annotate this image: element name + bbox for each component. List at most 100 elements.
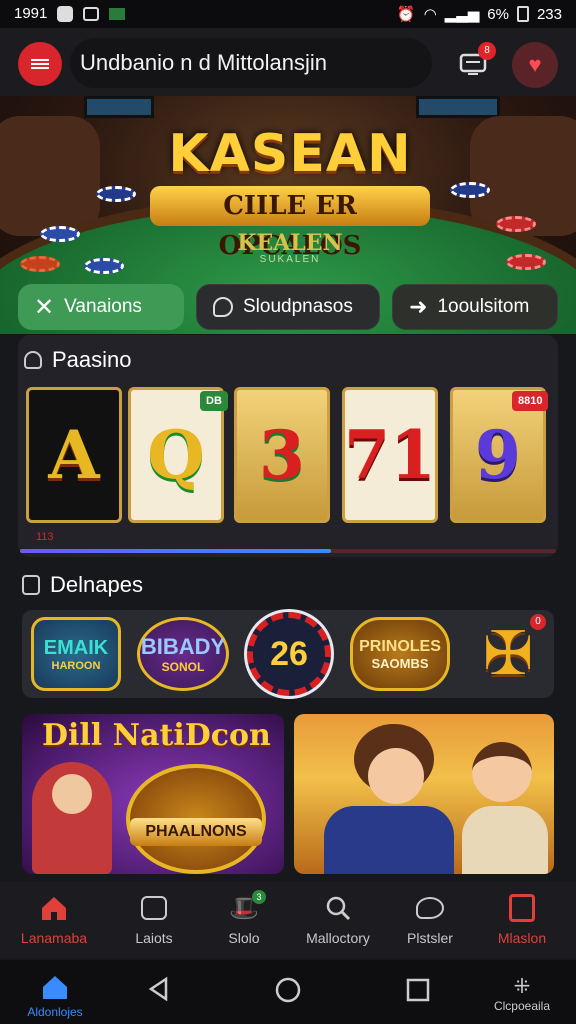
nav-label: Slolo <box>228 930 260 946</box>
game-badge[interactable]: PRINOLES SAOMBS <box>348 614 452 694</box>
game-badge[interactable]: 26 <box>244 609 334 699</box>
progress-fill <box>20 549 331 553</box>
reel-symbol: Q <box>147 416 205 494</box>
reel-symbol: 9 <box>475 416 521 494</box>
chip <box>20 256 60 272</box>
hat-icon: 🎩 <box>229 894 259 922</box>
signal-icon: ▂▃▅ <box>444 6 480 23</box>
progress-bar <box>20 549 556 553</box>
tab-label: Sloudpnasos <box>243 296 353 317</box>
app-bar: Undbanio n d Mittolansjin 8 ♥ <box>0 28 576 98</box>
slot-reel[interactable]: 71 <box>342 387 438 523</box>
reel-tag: 8810 <box>512 391 549 411</box>
user-icon <box>24 351 42 369</box>
slot-badge: 3 <box>252 890 266 904</box>
menu-button[interactable] <box>18 42 62 86</box>
robot-icon <box>106 892 202 924</box>
chip <box>84 258 124 274</box>
character-face <box>368 748 424 804</box>
back-button[interactable] <box>146 976 172 1007</box>
chip <box>450 182 490 198</box>
section-header: Delnapes <box>22 572 143 598</box>
nav-label: Laiots <box>135 930 173 946</box>
promo-card[interactable]: Dill NatiDcon PHAALNONS <box>22 714 284 874</box>
system-navigation: Aldonlojes ⁜ Clcpoeaila <box>0 960 576 1024</box>
game-badge-row: EMAIK HAROON BIBADY SONOL 26 PRINOLES SA… <box>22 609 554 699</box>
flag-icon <box>109 7 126 20</box>
status-time: 1991 <box>14 5 48 22</box>
heart-icon: ♥ <box>528 52 542 77</box>
badge-subtitle: SONOL <box>161 660 205 674</box>
status-clock: 233 <box>536 5 562 23</box>
chat-icon <box>213 297 233 317</box>
grid-icon: ⁜ <box>513 976 531 998</box>
square-recents-icon <box>406 978 430 1002</box>
chip <box>96 186 136 202</box>
slot-reel[interactable]: A <box>26 387 122 523</box>
tab-vanaions[interactable]: ✕ Vanaions <box>18 284 184 330</box>
game-badge[interactable]: BIBADY SONOL <box>134 614 232 694</box>
section-title: Delnapes <box>50 572 143 597</box>
circle-home-icon <box>275 977 301 1003</box>
chip <box>496 216 536 232</box>
promo-card[interactable] <box>294 714 554 874</box>
character-body <box>324 806 454 874</box>
hero-logo-title: KASEAN <box>168 124 412 184</box>
bottom-navigation: Lanamaba Laiots 🎩 Slolo 3 Malloctory Pls… <box>0 882 576 958</box>
section-title: Paasino <box>52 347 132 372</box>
home-icon <box>18 974 92 1005</box>
tab-label: Vanaions <box>64 296 142 317</box>
box-icon <box>22 575 40 595</box>
alarm-icon: ⏰ <box>396 6 416 23</box>
app-title: Undbanio n d Mittolansjin <box>80 50 328 75</box>
reel-tag: DB <box>200 391 228 411</box>
reel-footer-number: 113 <box>36 531 54 543</box>
status-bar: 1991 ⏰ ◠ ▂▃▅ 6% 233 <box>0 0 576 28</box>
search-icon <box>290 892 386 924</box>
game-badge[interactable]: EMAIK HAROON <box>28 614 124 694</box>
nav-item-home[interactable]: Lanamaba <box>6 892 102 946</box>
reel-symbol: A <box>48 416 100 494</box>
badge-title: 26 <box>270 634 308 673</box>
wifi-icon: ◠ <box>423 6 437 23</box>
badge-title: EMAIK <box>43 636 109 659</box>
nav-item-slolo[interactable]: 🎩 Slolo <box>196 892 292 947</box>
character-face-2 <box>472 742 532 802</box>
system-menu-button[interactable]: ⁜ Clcpoeaila <box>484 974 560 1013</box>
system-nav-label: Clcpoeaila <box>493 999 551 1013</box>
tab-sloudpnasos[interactable]: Sloudpnasos <box>196 284 380 330</box>
nav-item-malloctory[interactable]: Malloctory <box>290 892 386 946</box>
promo-subtitle: PHAALNONS <box>130 818 262 846</box>
arrow-icon: ➜ <box>409 294 428 319</box>
hero-logo-subtitle: CIILE ER OPCALOS <box>150 186 430 261</box>
section-header: Paasino <box>24 347 132 373</box>
monitor-right <box>416 96 500 118</box>
recents-button[interactable] <box>406 978 430 1007</box>
chip <box>40 226 80 242</box>
reel-symbol: 71 <box>344 416 436 494</box>
favorites-button[interactable]: ♥ <box>512 42 558 88</box>
nav-item-laiots[interactable]: Laiots <box>106 892 202 946</box>
nav-item-plstsler[interactable]: Plstsler <box>382 892 478 946</box>
battery-icon <box>516 6 529 22</box>
badge-subtitle: SAOMBS <box>371 655 429 671</box>
battery-level: 6% <box>487 5 509 23</box>
slot-reel[interactable]: 3 <box>234 387 330 523</box>
tab-1ooulsitom[interactable]: ➜ 1ooulsitom <box>392 284 558 330</box>
nav-label: Plstsler <box>407 930 453 946</box>
promo-title: Dill NatiDcon <box>42 718 271 753</box>
home-button[interactable] <box>274 976 302 1009</box>
tab-label: 1ooulsitom <box>437 296 530 317</box>
system-home-button[interactable]: Aldonlojes <box>18 974 92 1019</box>
monitor-left <box>84 96 154 118</box>
character-face <box>52 774 92 814</box>
chair-left <box>0 116 100 236</box>
slot-machine-icon <box>474 892 570 924</box>
table-print-small: SUKALEN <box>259 254 321 265</box>
badge-title: PRINOLES <box>359 637 441 655</box>
app-icon <box>83 6 100 21</box>
nav-item-mlaslon[interactable]: Mlaslon <box>474 892 570 946</box>
nav-label: Lanamaba <box>20 930 88 946</box>
back-icon <box>148 976 168 1002</box>
chat-bubble-icon <box>382 892 478 924</box>
